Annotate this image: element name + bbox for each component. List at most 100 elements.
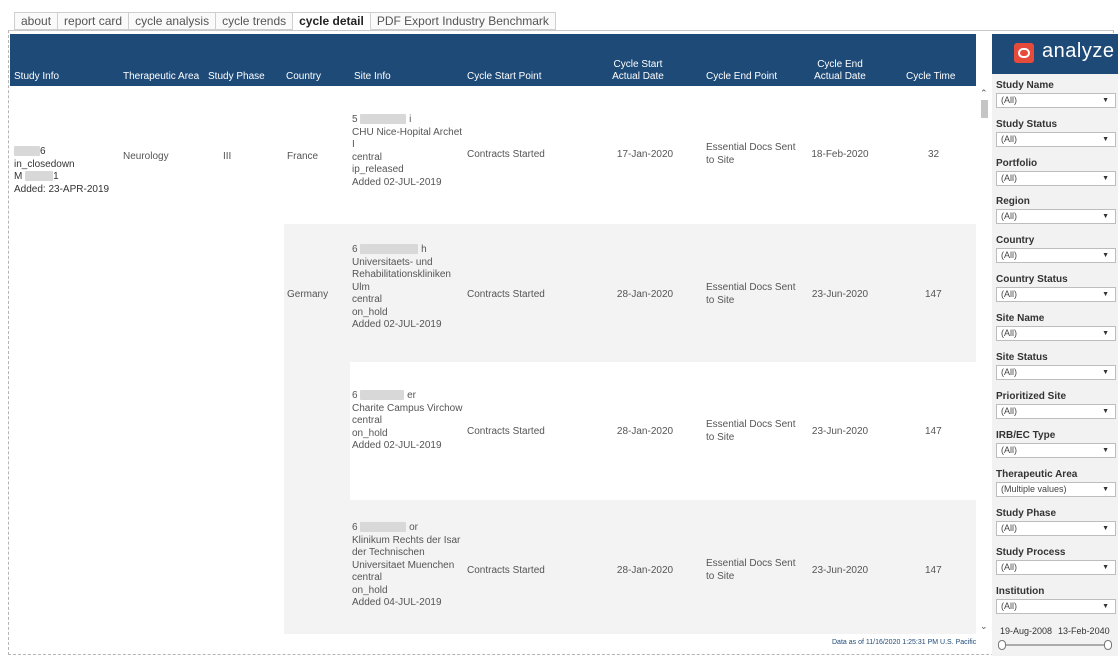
- chevron-down-icon: ▼: [1102, 408, 1109, 415]
- chevron-down-icon: ▼: [1102, 369, 1109, 376]
- header-cycle-time[interactable]: Cycle Time: [906, 71, 955, 83]
- chevron-down-icon: ▼: [1102, 525, 1109, 532]
- cycle-time-cell: 147: [925, 289, 942, 300]
- tab-bar: about report card cycle analysis cycle t…: [14, 12, 556, 30]
- site-added-date: Added 02-JUL-2019: [352, 319, 442, 330]
- scroll-thumb[interactable]: [981, 100, 988, 118]
- tab-pdf-export-industry-benchmark[interactable]: PDF Export Industry Benchmark: [370, 12, 556, 30]
- filter-label: Therapeutic Area: [996, 469, 1078, 480]
- study-name-dropdown[interactable]: (All) ▼: [996, 93, 1116, 108]
- scroll-up-icon[interactable]: ⌃: [980, 88, 988, 99]
- filter-panel: analyze Study Name (All) ▼ Study Status (…: [992, 34, 1118, 656]
- table-header: Study Info Therapeutic Area Study Phase …: [10, 34, 976, 86]
- table-row[interactable]: 6 er Charite Campus Virchow central on_h…: [350, 362, 976, 500]
- cycle-end-point-cell: Essential Docs Sent to Site: [706, 282, 796, 306]
- chevron-down-icon: ▼: [1102, 252, 1109, 259]
- site-name: Universitaets- und Rehabilitationsklinik…: [352, 256, 451, 293]
- chevron-down-icon: ▼: [1102, 175, 1109, 182]
- site-added-date: Added 02-JUL-2019: [352, 176, 442, 188]
- filter-irb-ec-type: IRB/EC Type (All) ▼: [996, 430, 1116, 458]
- tab-about[interactable]: about: [14, 12, 59, 30]
- slider-end-handle[interactable]: [1104, 640, 1112, 650]
- header-cycle-start-point[interactable]: Cycle Start Point: [467, 71, 541, 83]
- slider-start-handle[interactable]: [998, 640, 1006, 650]
- filter-region: Region (All) ▼: [996, 196, 1116, 224]
- site-id-prefix: 5: [352, 114, 358, 125]
- panel-title: analyze: [1042, 40, 1115, 62]
- header-therapeutic-area[interactable]: Therapeutic Area: [123, 71, 199, 83]
- chevron-down-icon: ▼: [1102, 564, 1109, 571]
- redacted-site-id: [360, 522, 407, 533]
- site-status: on_hold: [352, 306, 388, 318]
- redacted-study-code: [25, 171, 54, 182]
- country-label-germany: Germany: [287, 289, 329, 300]
- filter-study-phase: Study Phase (All) ▼: [996, 508, 1116, 536]
- study-process-dropdown[interactable]: (All) ▼: [996, 560, 1116, 575]
- site-region: central: [352, 415, 383, 426]
- date-range-start: 19-Aug-2008: [1000, 626, 1053, 636]
- cycle-start-point-cell: Contracts Started: [467, 149, 545, 160]
- filter-label: Study Status: [996, 119, 1058, 130]
- chevron-down-icon: ▼: [1102, 136, 1109, 143]
- prioritized-site-dropdown[interactable]: (All) ▼: [996, 404, 1116, 419]
- table-body: 6 in_closedown M 1 Added: 23-APR-2019 Ne…: [10, 86, 976, 634]
- table-row[interactable]: 5 i CHU Nice-Hopital Archet I central ip…: [350, 86, 976, 224]
- filter-study-process: Study Process (All) ▼: [996, 547, 1116, 575]
- data-timestamp-note: Data as of 11/16/2020 1:25:31 PM U.S. Pa…: [832, 639, 977, 646]
- tab-cycle-detail[interactable]: cycle detail: [293, 12, 371, 30]
- date-range-slider[interactable]: [998, 640, 1112, 650]
- filter-country: Country (All) ▼: [996, 235, 1116, 263]
- cycle-end-point-cell: Essential Docs Sent to Site: [706, 419, 796, 443]
- country-dropdown[interactable]: (All) ▼: [996, 248, 1116, 263]
- institution-dropdown[interactable]: (All) ▼: [996, 599, 1116, 614]
- study-code-prefix: M: [14, 171, 23, 182]
- header-study-info[interactable]: Study Info: [14, 71, 59, 83]
- filter-portfolio: Portfolio (All) ▼: [996, 158, 1116, 186]
- site-id-suffix: i: [409, 114, 412, 125]
- header-cycle-end-point[interactable]: Cycle End Point: [706, 71, 777, 83]
- filter-label: Region: [996, 196, 1030, 207]
- header-study-phase[interactable]: Study Phase: [208, 71, 265, 83]
- tab-cycle-trends[interactable]: cycle trends: [216, 12, 294, 30]
- filter-site-status: Site Status (All) ▼: [996, 352, 1116, 380]
- table-row[interactable]: 6 h Universitaets- und Rehabilitationskl…: [350, 224, 976, 362]
- irb-ec-type-dropdown[interactable]: (All) ▼: [996, 443, 1116, 458]
- cycle-start-date-cell: 17-Jan-2020: [616, 149, 674, 160]
- site-status-dropdown[interactable]: (All) ▼: [996, 365, 1116, 380]
- scroll-down-icon[interactable]: ⌄: [980, 621, 988, 632]
- cycle-start-point-cell: Contracts Started: [467, 426, 545, 437]
- panel-header: analyze: [992, 34, 1118, 74]
- tab-report-card[interactable]: report card: [58, 12, 130, 30]
- site-name: Charite Campus Virchow: [352, 402, 463, 414]
- therapeutic-area-dropdown[interactable]: (Multiple values) ▼: [996, 482, 1116, 497]
- study-added-date: Added: 23-APR-2019: [14, 183, 110, 195]
- filter-label: Site Status: [996, 352, 1048, 363]
- site-id-prefix: 6: [352, 390, 358, 401]
- country-status-dropdown[interactable]: (All) ▼: [996, 287, 1116, 302]
- study-status-dropdown[interactable]: (All) ▼: [996, 132, 1116, 147]
- site-added-date: Added 04-JUL-2019: [352, 597, 442, 608]
- site-info-cell: 6 er Charite Campus Virchow central on_h…: [352, 390, 464, 453]
- study-phase-dropdown[interactable]: (All) ▼: [996, 521, 1116, 536]
- table-row[interactable]: 6 or Klinikum Rechts der Isar der Techni…: [350, 500, 976, 634]
- chevron-down-icon: ▼: [1102, 97, 1109, 104]
- header-cycle-end-actual-date[interactable]: Cycle End Actual Date: [805, 59, 875, 83]
- chevron-down-icon: ▼: [1102, 486, 1109, 493]
- region-dropdown[interactable]: (All) ▼: [996, 209, 1116, 224]
- cycle-end-date-cell: 18-Feb-2020: [811, 149, 869, 160]
- site-id-prefix: 6: [352, 522, 358, 533]
- site-name-dropdown[interactable]: (All) ▼: [996, 326, 1116, 341]
- header-country[interactable]: Country: [286, 71, 321, 83]
- portfolio-dropdown[interactable]: (All) ▼: [996, 171, 1116, 186]
- header-cycle-start-actual-date[interactable]: Cycle Start Actual Date: [600, 59, 676, 83]
- filter-label: Country: [996, 235, 1035, 246]
- filter-label: Study Name: [996, 80, 1054, 91]
- filter-label: Portfolio: [996, 158, 1038, 169]
- cycle-start-date-cell: 28-Jan-2020: [616, 289, 674, 300]
- header-site-info[interactable]: Site Info: [354, 71, 391, 83]
- cycle-end-date-cell: 23-Jun-2020: [811, 289, 869, 300]
- redacted-site-id: [360, 390, 405, 401]
- table-scrollbar[interactable]: ⌃ ⌄: [978, 86, 990, 634]
- date-range-end: 13-Feb-2040: [1058, 626, 1110, 636]
- tab-cycle-analysis[interactable]: cycle analysis: [129, 12, 217, 30]
